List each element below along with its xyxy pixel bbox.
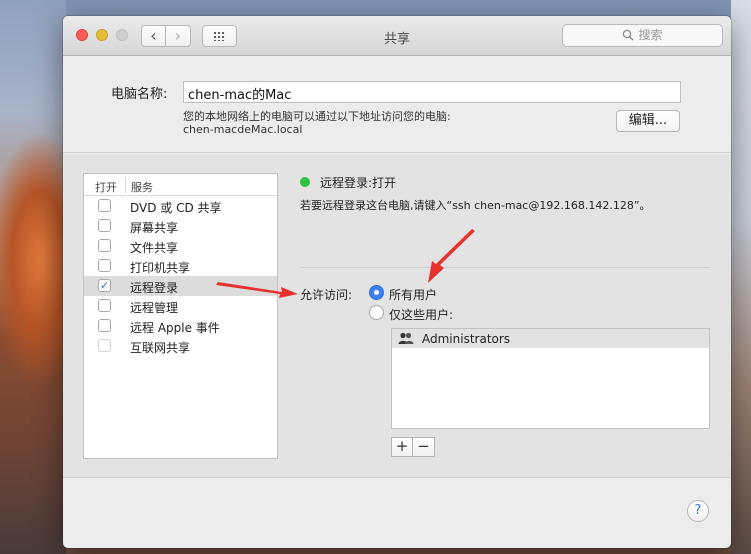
services-list: 打开 服务 DVD 或 CD 共享 屏幕共享 文件共享 打印机共享 ✓ 远程登录…	[83, 173, 278, 459]
service-label: 远程登录	[130, 281, 179, 295]
column-header-on[interactable]: 打开	[95, 179, 117, 195]
service-label: DVD 或 CD 共享	[130, 201, 222, 215]
service-row-dvd-cd[interactable]: DVD 或 CD 共享	[84, 196, 277, 216]
computer-name-input[interactable]: chen-mac的Mac	[183, 81, 681, 103]
service-checkbox[interactable]	[98, 199, 111, 212]
service-checkbox-disabled	[98, 339, 111, 352]
add-user-button[interactable]: +	[391, 437, 413, 457]
service-label: 互联网共享	[130, 341, 191, 355]
user-row[interactable]: Administrators	[392, 329, 709, 348]
radio-all-users[interactable]	[369, 285, 384, 300]
ssh-instructions: 若要远程登录这台电脑,请键入“ssh chen-mac@192.168.142.…	[300, 199, 651, 212]
service-label: 打印机共享	[130, 261, 191, 275]
service-row-file-sharing[interactable]: 文件共享	[84, 236, 277, 256]
service-checkbox[interactable]	[98, 239, 111, 252]
allowed-users-list[interactable]: Administrators	[391, 328, 710, 429]
service-checkbox[interactable]	[98, 219, 111, 232]
services-list-header: 打开 服务	[84, 174, 277, 196]
service-label: 文件共享	[130, 241, 179, 255]
user-group-icon	[398, 332, 414, 345]
radio-all-users-label[interactable]: 所有用户	[389, 286, 437, 303]
service-label: 远程 Apple 事件	[130, 321, 220, 335]
search-placeholder: 搜索	[638, 28, 663, 42]
user-name: Administrators	[422, 332, 511, 346]
radio-only-these-users[interactable]	[369, 305, 384, 320]
computer-name-panel: 电脑名称: chen-mac的Mac 您的本地网络上的电脑可以通过以下地址访问您…	[63, 57, 731, 153]
service-row-remote-management[interactable]: 远程管理	[84, 296, 277, 316]
title-bar: ‹ › 共享 搜索	[63, 16, 731, 56]
service-row-remote-login[interactable]: ✓ 远程登录	[84, 276, 277, 296]
search-icon	[622, 25, 634, 46]
services-panel: 打开 服务 DVD 或 CD 共享 屏幕共享 文件共享 打印机共享 ✓ 远程登录…	[63, 154, 731, 478]
plus-icon: +	[395, 437, 409, 455]
service-checkbox[interactable]	[98, 319, 111, 332]
service-row-internet-sharing[interactable]: 互联网共享	[84, 336, 277, 356]
radio-only-these-users-label[interactable]: 仅这些用户:	[389, 306, 453, 323]
service-label: 屏幕共享	[130, 221, 179, 235]
service-checkbox-checked[interactable]: ✓	[98, 279, 111, 292]
column-divider	[125, 177, 126, 193]
service-label: 远程管理	[130, 301, 179, 315]
service-checkbox[interactable]	[98, 259, 111, 272]
computer-name-label: 电脑名称:	[111, 87, 168, 102]
service-checkbox[interactable]	[98, 299, 111, 312]
allow-access-label: 允许访问:	[300, 288, 353, 302]
service-status: 远程登录:打开	[320, 176, 397, 190]
help-icon: ?	[694, 503, 702, 518]
column-header-service[interactable]: 服务	[131, 179, 153, 195]
status-indicator-dot	[300, 177, 310, 187]
service-row-remote-apple-events[interactable]: 远程 Apple 事件	[84, 316, 277, 336]
minus-icon: −	[417, 437, 430, 455]
service-row-printer-sharing[interactable]: 打印机共享	[84, 256, 277, 276]
search-field[interactable]: 搜索	[562, 24, 723, 47]
desktop-wallpaper-left	[0, 0, 66, 554]
service-row-screen-sharing[interactable]: 屏幕共享	[84, 216, 277, 236]
desktop-wallpaper-right	[731, 0, 751, 554]
help-button[interactable]: ?	[687, 500, 709, 522]
local-address-description: 您的本地网络上的电脑可以通过以下地址访问您的电脑:	[183, 110, 451, 123]
divider	[300, 267, 710, 268]
remove-user-button[interactable]: −	[413, 437, 435, 457]
local-address: chen-macdeMac.local	[183, 123, 303, 136]
sharing-preferences-window: ‹ › 共享 搜索 电脑名称: chen-mac的Mac 您的本地网络上的电脑可…	[63, 16, 731, 548]
edit-button[interactable]: 编辑...	[616, 110, 680, 132]
